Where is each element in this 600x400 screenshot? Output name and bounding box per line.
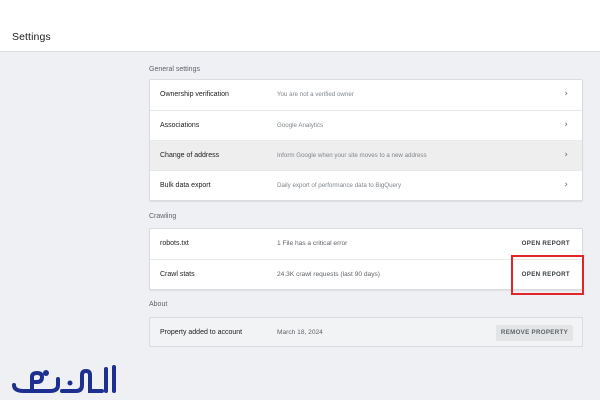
remove-property-button[interactable]: REMOVE PROPERTY (495, 325, 573, 341)
row-label: Associations (160, 122, 200, 129)
row-description: Inform Google when your site moves to a … (277, 152, 427, 159)
about-card: Property added to account March 18, 2024… (149, 317, 583, 347)
bulk-data-export-row[interactable]: Bulk data export Daily export of perform… (150, 170, 582, 200)
row-description: 1 File has a critical error (277, 240, 348, 247)
chevron-right-icon: › (564, 180, 568, 190)
general-settings-heading: General settings (149, 66, 200, 73)
row-description: Daily export of performance data to BigQ… (277, 182, 402, 189)
property-added-label: Property added to account (160, 329, 243, 336)
crawling-heading: Crawling (149, 213, 177, 220)
row-label: Change of address (160, 152, 220, 159)
chevron-right-icon: › (564, 120, 568, 130)
chevron-right-icon: › (564, 89, 568, 99)
row-description: 24.3K crawl requests (last 90 days) (277, 271, 380, 278)
about-heading: About (149, 301, 168, 308)
top-bar: Settings (0, 0, 600, 52)
row-description: Google Analytics (277, 122, 324, 129)
chevron-right-icon: › (564, 150, 568, 160)
property-added-date: March 18, 2024 (277, 329, 323, 336)
open-report-button[interactable]: OPEN REPORT (522, 240, 570, 247)
highlight-box (511, 255, 584, 295)
page-title: Settings (12, 31, 51, 43)
general-settings-card: Ownership verification You are not a ver… (149, 79, 583, 201)
row-label: Ownership verification (160, 91, 229, 98)
change-of-address-row[interactable]: Change of address Inform Google when you… (150, 140, 582, 170)
ownership-verification-row[interactable]: Ownership verification You are not a ver… (150, 80, 582, 110)
row-label: Crawl stats (160, 271, 195, 278)
row-description: You are not a verified owner (277, 91, 354, 98)
associations-row[interactable]: Associations Google Analytics › (150, 110, 582, 140)
watermark-logo-graphic (12, 365, 116, 393)
row-label: robots.txt (160, 240, 189, 247)
watermark-logo (10, 365, 122, 400)
row-label: Bulk data export (160, 182, 211, 189)
